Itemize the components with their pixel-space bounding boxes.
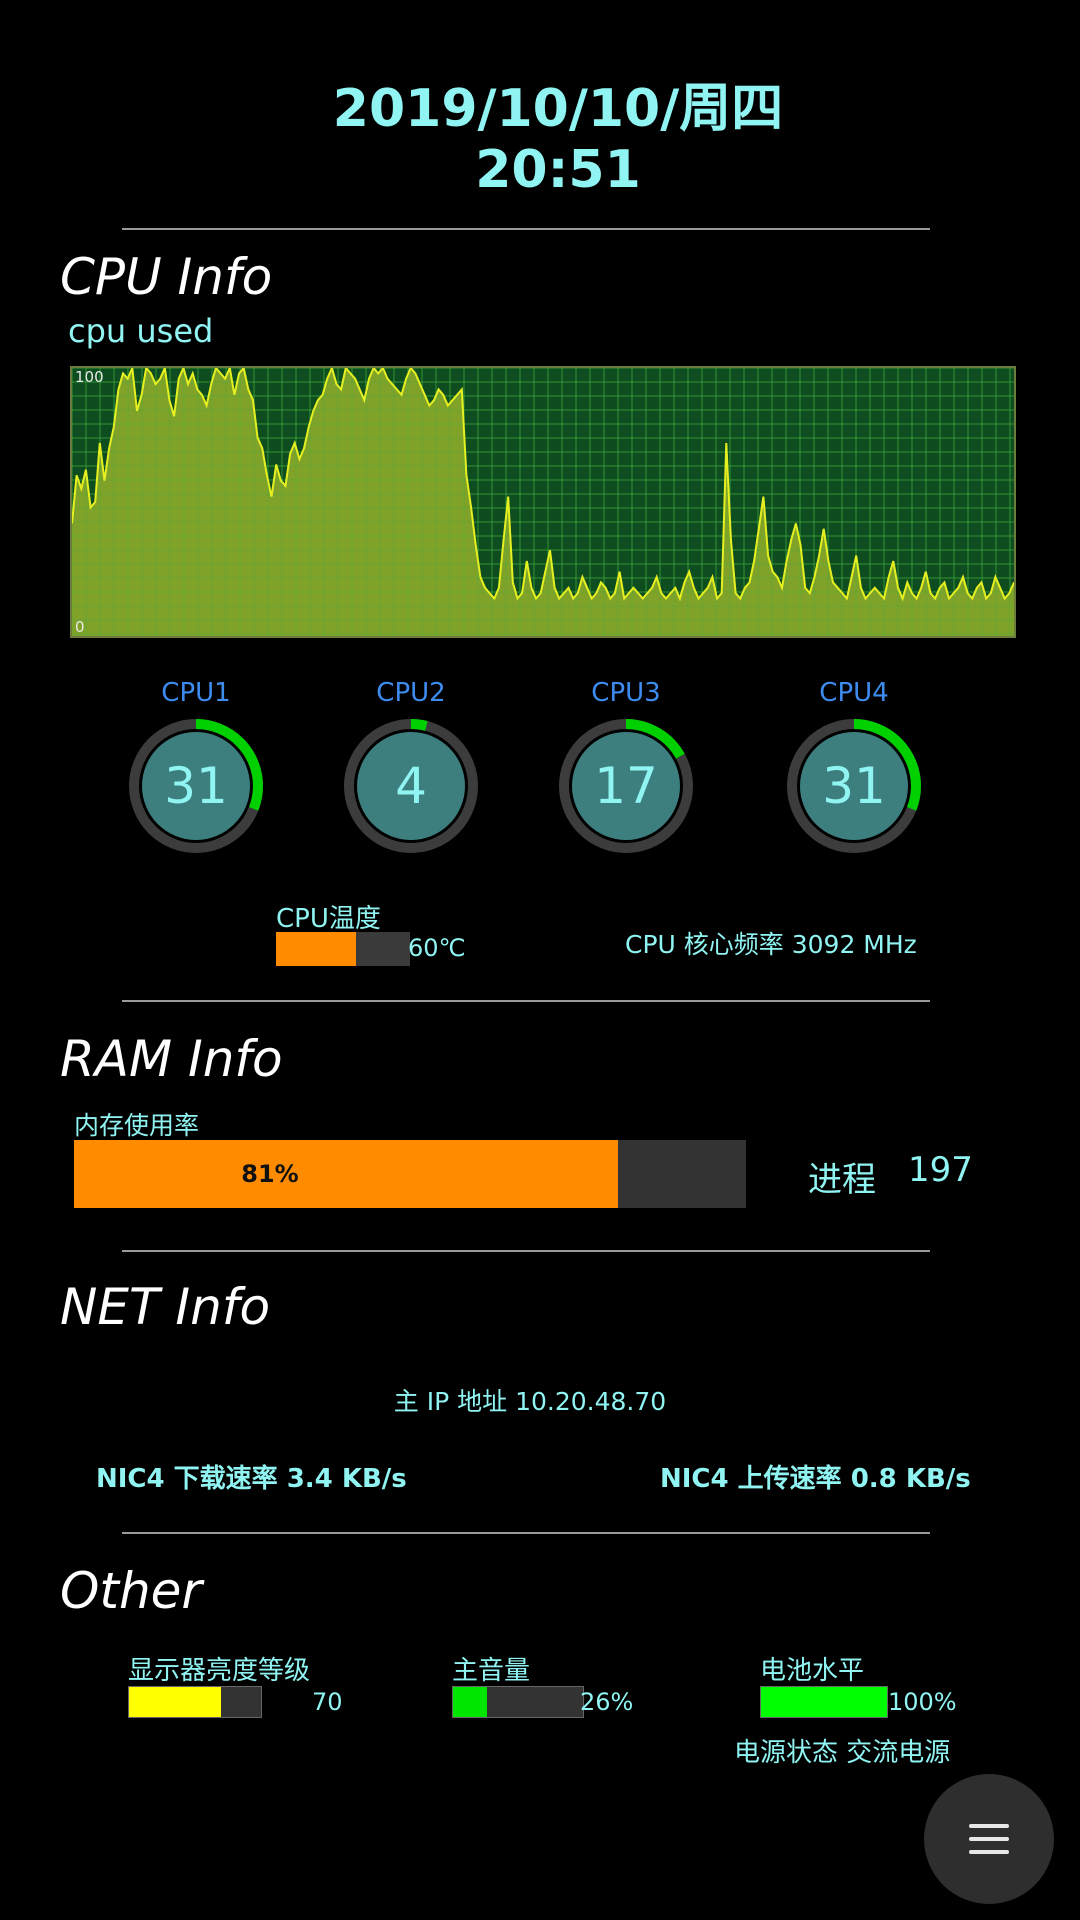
menu-button[interactable] <box>924 1774 1054 1904</box>
battery-bar-fill <box>761 1687 887 1717</box>
cpu-core-value: 31 <box>822 757 886 815</box>
brightness-bar <box>128 1686 262 1718</box>
brightness-label: 显示器亮度等级 <box>128 1656 311 1686</box>
process-label: 进程 <box>808 1160 876 1200</box>
graph-axis-min-label: 0 <box>75 618 85 636</box>
upload-rate: NIC4 上传速率 0.8 KB/s <box>660 1464 971 1494</box>
cpu-core-value: 4 <box>395 757 427 815</box>
cpu-core-gauge: 31 <box>128 718 264 854</box>
cpu-section-title: CPU Info <box>60 248 273 306</box>
volume-label: 主音量 <box>452 1656 531 1686</box>
ram-usage-label: 内存使用率 <box>74 1111 200 1140</box>
date-display: 2019/10/10/周四 <box>332 79 784 139</box>
cpu-temp-value: 60℃ <box>408 934 466 962</box>
divider <box>122 1250 930 1252</box>
cpu-frequency: CPU 核心频率 3092 MHz <box>625 930 917 959</box>
cpu-core-value: 17 <box>594 757 658 815</box>
ram-usage-percent: 81% <box>241 1160 299 1188</box>
other-section-title: Other <box>60 1562 202 1620</box>
brightness-bar-fill <box>129 1687 222 1717</box>
graph-axis-max-label: 100 <box>75 368 104 386</box>
divider <box>122 1000 930 1002</box>
time-display: 20:51 <box>475 140 641 200</box>
ram-section-title: RAM Info <box>60 1030 283 1088</box>
divider <box>122 1532 930 1534</box>
divider <box>122 228 930 230</box>
cpu-temp-label: CPU温度 <box>276 904 381 934</box>
cpu-temp-bar-fill <box>276 932 357 966</box>
cpu-core-value: 31 <box>164 757 228 815</box>
ip-address: 主 IP 地址 10.20.48.70 <box>393 1387 667 1416</box>
cpu-usage-graph: 100 0 <box>70 366 1016 638</box>
cpu-core-label: CPU2 <box>376 678 446 708</box>
process-count: 197 <box>908 1150 973 1190</box>
cpu-core-gauge: 17 <box>558 718 694 854</box>
cpu-graph-label: cpu used <box>68 312 214 350</box>
cpu-core-gauge: 31 <box>786 718 922 854</box>
download-rate: NIC4 下载速率 3.4 KB/s <box>96 1464 407 1494</box>
cpu-core-gauge: 4 <box>343 718 479 854</box>
cpu-temp-bar <box>276 932 410 966</box>
battery-label: 电池水平 <box>760 1656 865 1686</box>
volume-bar-fill <box>453 1687 487 1717</box>
volume-value: 26% <box>580 1688 634 1716</box>
brightness-value: 70 <box>312 1688 343 1716</box>
power-status: 电源状态 交流电源 <box>734 1738 951 1768</box>
battery-bar <box>760 1686 888 1718</box>
cpu-usage-chart <box>72 368 1014 636</box>
volume-bar <box>452 1686 584 1718</box>
battery-value: 100% <box>888 1688 957 1716</box>
cpu-core-label: CPU3 <box>591 678 661 708</box>
net-section-title: NET Info <box>60 1278 271 1336</box>
cpu-core-label: CPU4 <box>819 678 889 708</box>
cpu-core-label: CPU1 <box>161 678 231 708</box>
